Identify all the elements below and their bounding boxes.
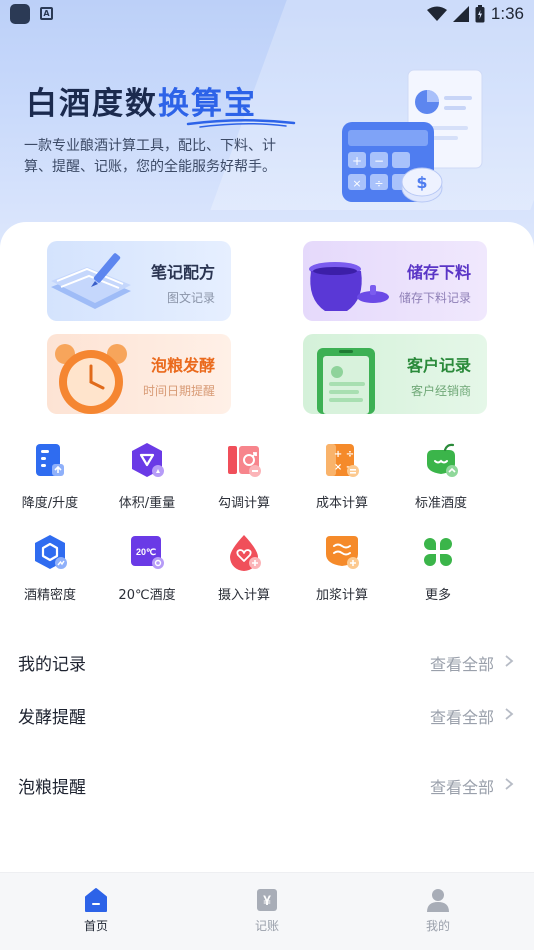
tab-label: 记账	[254, 919, 279, 933]
tool-label: 加浆计算	[315, 588, 368, 603]
svg-text:÷: ÷	[374, 177, 383, 190]
storage-jar-icon	[309, 262, 389, 311]
main-content: 笔记配方 图文记录 储存下料 储存下料记录 泡粮发酵 时间日期提醒 客户记录 客…	[0, 222, 534, 872]
section-title: 泡粮提醒	[18, 778, 86, 798]
card-storage-feed[interactable]: 储存下料 储存下料记录	[303, 241, 487, 321]
ledger-icon-text: ¥	[263, 892, 271, 908]
tool-label: 标准酒度	[414, 496, 467, 511]
hero-title-part1: 白酒度数	[26, 86, 158, 122]
signal-icon	[452, 6, 469, 22]
tool-degree-adjust[interactable]: 降度/升度	[0, 440, 100, 524]
svg-text:+ ÷: + ÷	[334, 449, 354, 460]
card-title: 客户记录	[406, 356, 471, 375]
card-subtitle: 时间日期提醒	[142, 384, 215, 398]
keyboard-notification-icon: A	[40, 7, 53, 20]
tool-cost-calc[interactable]: + ÷ × − 成本计算	[292, 440, 392, 524]
hero-subtitle: 一款专业酿酒计算工具，配比、下料、计算、提醒、记账，您的全能服务好帮手。	[24, 138, 276, 175]
card-subtitle: 储存下料记录	[398, 291, 471, 305]
view-all-link[interactable]: 查看全部	[430, 651, 494, 675]
app-notification-icon	[10, 4, 30, 24]
tool-blend-calc[interactable]: 勾调计算	[194, 440, 294, 524]
volume-weight-icon	[132, 443, 164, 477]
card-soak-ferment[interactable]: 泡粮发酵 时间日期提醒	[47, 334, 231, 414]
chevron-right-icon	[505, 778, 514, 790]
tool-label: 降度/升度	[21, 496, 79, 511]
section-title: 我的记录	[18, 655, 86, 675]
view-all-link[interactable]: 查看全部	[430, 774, 494, 798]
alcohol-density-icon	[35, 535, 67, 569]
add-water-calc-icon	[326, 536, 359, 569]
section-ferment-reminders[interactable]: 发酵提醒 查看全部	[18, 701, 518, 731]
alarm-clock-icon	[55, 344, 127, 414]
svg-text:−: −	[374, 154, 384, 168]
temp-proof-icon: 20℃	[131, 536, 164, 569]
status-bar: A 1:36	[0, 0, 534, 28]
tab-profile[interactable]: 我的	[378, 887, 498, 941]
tool-label: 摄入计算	[217, 588, 270, 603]
tab-label: 我的	[425, 919, 450, 933]
temp-proof-icon-text: 20℃	[136, 547, 156, 557]
status-time: 1:36	[490, 4, 524, 23]
tool-more[interactable]: 更多	[388, 532, 488, 616]
cost-calc-icon: + ÷ × −	[326, 444, 359, 477]
chevron-right-icon	[505, 655, 514, 667]
section-title: 发酵提醒	[18, 708, 86, 728]
ledger-icon: ¥	[257, 889, 277, 911]
degree-adjust-icon	[36, 444, 64, 476]
notebook-pen-icon	[51, 253, 131, 309]
svg-text:$: $	[416, 173, 427, 192]
tool-label: 成本计算	[315, 496, 368, 511]
hero-title: 白酒度数换算宝	[26, 78, 257, 123]
tool-label: 勾调计算	[217, 496, 270, 511]
hero-title-part2: 换算宝	[158, 86, 257, 122]
tool-label: 更多	[424, 588, 451, 603]
wifi-icon	[426, 6, 447, 21]
calculator-illustration-icon: + − × ÷ $	[342, 69, 483, 203]
card-notes-recipe[interactable]: 笔记配方 图文记录	[47, 241, 231, 321]
blend-calc-icon	[228, 446, 261, 477]
tool-standard-proof[interactable]: 标准酒度	[391, 440, 491, 524]
standard-proof-icon	[427, 443, 458, 477]
battery-icon	[475, 5, 485, 23]
svg-text:×: ×	[352, 177, 361, 190]
tool-label: 体积/重量	[118, 496, 176, 511]
hero-banner: A 1:36 白酒度数换算宝 一款专业酿酒计算工具，配比、下料、计算、提醒、记账…	[0, 0, 534, 250]
more-grid-icon	[424, 538, 452, 566]
bottom-tab-bar: 首页 ¥ 记账 我的	[0, 872, 534, 950]
section-soak-reminders[interactable]: 泡粮提醒 查看全部	[18, 771, 518, 801]
tool-label: 20℃酒度	[118, 588, 176, 603]
card-subtitle: 图文记录	[166, 291, 215, 305]
tab-label: 首页	[83, 919, 108, 933]
tool-label: 酒精密度	[23, 588, 76, 603]
title-underline-decoration	[186, 118, 296, 128]
card-title: 笔记配方	[150, 263, 215, 282]
tool-volume-weight[interactable]: 体积/重量	[97, 440, 197, 524]
chevron-right-icon	[505, 708, 514, 720]
tab-ledger[interactable]: ¥ 记账	[207, 887, 327, 941]
tool-alcohol-density[interactable]: 酒精密度	[0, 532, 100, 616]
card-subtitle: 客户经销商	[410, 384, 471, 398]
svg-text:+: +	[352, 154, 362, 168]
card-customer-records[interactable]: 客户记录 客户经销商	[303, 334, 487, 414]
intake-calc-icon	[230, 535, 261, 571]
tool-temp-proof[interactable]: 20℃ 20℃酒度	[97, 532, 197, 616]
tool-intake-calc[interactable]: 摄入计算	[194, 532, 294, 616]
card-title: 泡粮发酵	[150, 356, 215, 375]
user-icon	[427, 889, 449, 912]
tab-home[interactable]: 首页	[36, 887, 156, 941]
home-icon	[85, 888, 107, 912]
card-title: 储存下料	[406, 263, 471, 282]
view-all-link[interactable]: 查看全部	[430, 704, 494, 728]
phone-contacts-icon	[317, 348, 375, 414]
section-my-records[interactable]: 我的记录 查看全部	[18, 648, 518, 678]
tool-add-water-calc[interactable]: 加浆计算	[292, 532, 392, 616]
